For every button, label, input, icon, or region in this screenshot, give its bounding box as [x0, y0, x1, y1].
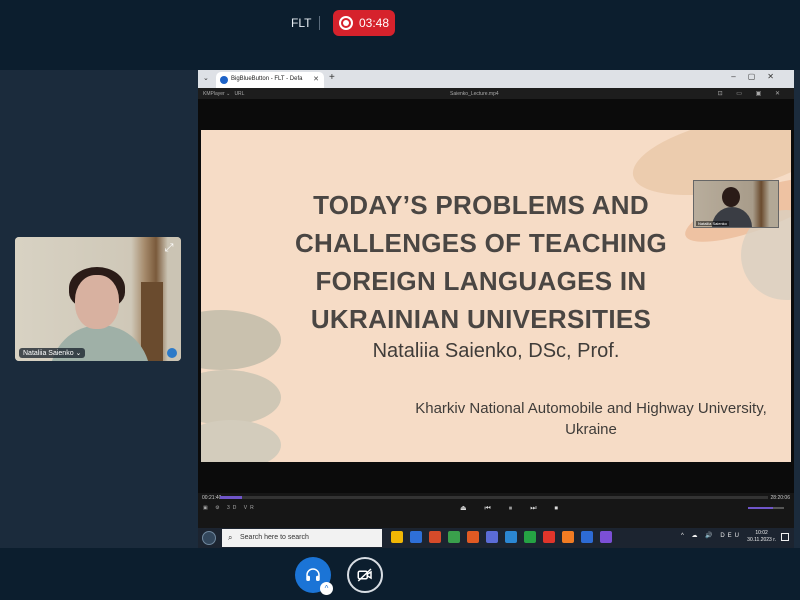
taskbar-app-icon[interactable]: [410, 531, 422, 543]
taskbar-app-icon[interactable]: [391, 531, 403, 543]
volume-slider[interactable]: [748, 507, 784, 509]
pip-name: Nataliia Saienko: [696, 221, 729, 226]
taskbar-app-icon[interactable]: [581, 531, 593, 543]
browser-tab-title: BigBlueButton - FLT - Defa: [231, 76, 303, 82]
clock-time: 10:02: [755, 530, 768, 536]
windows-taskbar: ⌕ Search here to search ^ ☁ 🔊 DEU 10:02 …: [198, 528, 794, 548]
title-divider: [319, 16, 320, 30]
top-bar: FLT 03:48: [0, 0, 800, 70]
slide-institution: Kharkiv National Automobile and Highway …: [401, 398, 781, 440]
start-button[interactable]: [202, 531, 216, 545]
taskbar-app-icon[interactable]: [429, 531, 441, 543]
notification-icon[interactable]: [781, 533, 789, 541]
camera-button[interactable]: [347, 557, 383, 593]
taskbar-clock[interactable]: 10:02 30.11.2023 r.: [747, 530, 776, 544]
video-pip: Nataliia Saienko: [693, 180, 779, 228]
seek-bar[interactable]: [220, 496, 768, 499]
browser-tab[interactable]: BigBlueButton - FLT - Defa ✕: [216, 72, 324, 88]
camera-off-icon: [357, 568, 372, 582]
audio-options-chevron[interactable]: ^: [320, 582, 333, 595]
slide-title: TODAY’S PROBLEMS AND CHALLENGES OF TEACH…: [291, 186, 671, 338]
slide-decor-stone: [201, 420, 281, 462]
slide-author: Nataliia Saienko, DSc, Prof.: [372, 340, 620, 362]
record-icon: [339, 16, 353, 30]
taskbar-app-icon[interactable]: [467, 531, 479, 543]
system-tray[interactable]: ^ ☁ 🔊 DEU: [681, 532, 742, 539]
pip-person-head: [722, 187, 740, 207]
webcam-door: [141, 282, 163, 361]
slide-decor-stone: [201, 310, 281, 370]
player-file-name: Saienko_Lecture.mp4: [450, 91, 499, 97]
headphones-icon: [306, 568, 320, 581]
expand-icon[interactable]: ⤢: [163, 242, 175, 254]
slide-institution-line: Ukraine: [565, 421, 617, 438]
player-app-name: KMPlayer ⌄ URL: [203, 91, 245, 97]
taskbar-app-icon[interactable]: [562, 531, 574, 543]
player-option-buttons[interactable]: ▣ ⚙ 3D VR: [203, 505, 257, 511]
taskbar-search-placeholder: Search here to search: [240, 534, 309, 541]
player-window-controls[interactable]: ⊡ ▭ ▣ ✕: [718, 90, 786, 97]
clock-date: 30.11.2023 r.: [747, 537, 776, 543]
slide-title-line: TODAY’S PROBLEMS AND: [313, 190, 649, 220]
transport-buttons[interactable]: ⏏ ⏮ ⏸ ⏭ ⏹: [460, 504, 566, 513]
recording-indicator[interactable]: 03:48: [333, 10, 395, 36]
taskbar-search[interactable]: ⌕ Search here to search: [222, 529, 382, 547]
taskbar-app-icon[interactable]: [543, 531, 555, 543]
slide-decor-stone: [201, 370, 281, 425]
browser-tab-bar: ⌄ BigBlueButton - FLT - Defa ✕ + –▢✕: [198, 70, 794, 88]
audio-button[interactable]: ^: [295, 557, 333, 595]
seek-bar-fill: [220, 496, 242, 499]
meeting-title: FLT: [291, 16, 312, 30]
recording-time: 03:48: [359, 16, 390, 30]
slide-title-line: CHALLENGES OF TEACHING: [294, 228, 668, 258]
presentation-slide: TODAY’S PROBLEMS AND CHALLENGES OF TEACH…: [201, 130, 791, 462]
volume-fill: [748, 507, 774, 509]
webcam-tile[interactable]: ⤢ Nataliia Saienko ⌄: [15, 237, 181, 361]
taskbar-apps: [391, 531, 612, 543]
time-elapsed: 00:21:40: [202, 495, 222, 501]
slide-title-line: UKRAINIAN UNIVERSITIES: [310, 304, 652, 334]
bottom-bar: ^: [0, 548, 800, 600]
slide-institution-line: Kharkiv National Automobile and Highway …: [415, 400, 767, 417]
slide-title-line: FOREIGN LANGUAGES IN: [315, 266, 647, 296]
shared-screen: ⌄ BigBlueButton - FLT - Defa ✕ + –▢✕ KMP…: [198, 70, 794, 548]
webcam-name-label[interactable]: Nataliia Saienko ⌄: [19, 348, 86, 358]
tab-menu-button[interactable]: ⌄: [203, 74, 209, 82]
window-controls[interactable]: –▢✕: [731, 72, 786, 81]
taskbar-app-icon[interactable]: [524, 531, 536, 543]
taskbar-app-icon[interactable]: [448, 531, 460, 543]
search-icon: ⌕: [228, 533, 233, 542]
microphone-icon: [167, 348, 177, 358]
taskbar-app-icon[interactable]: [600, 531, 612, 543]
bigbluebutton-icon: [220, 76, 228, 84]
webcam-user-name: Nataliia Saienko: [23, 350, 74, 357]
time-total: 28:20:06: [770, 495, 790, 501]
tab-close-icon[interactable]: ✕: [313, 75, 319, 83]
new-tab-button[interactable]: +: [329, 72, 335, 83]
taskbar-app-icon[interactable]: [486, 531, 498, 543]
webcam-person-face: [75, 275, 119, 329]
player-controls: 00:21:40 28:20:06 ▣ ⚙ 3D VR ⏏ ⏮ ⏸ ⏭ ⏹: [198, 493, 794, 530]
player-title-bar: KMPlayer ⌄ URL Saienko_Lecture.mp4 ⊡ ▭ ▣…: [198, 88, 794, 99]
taskbar-app-icon[interactable]: [505, 531, 517, 543]
